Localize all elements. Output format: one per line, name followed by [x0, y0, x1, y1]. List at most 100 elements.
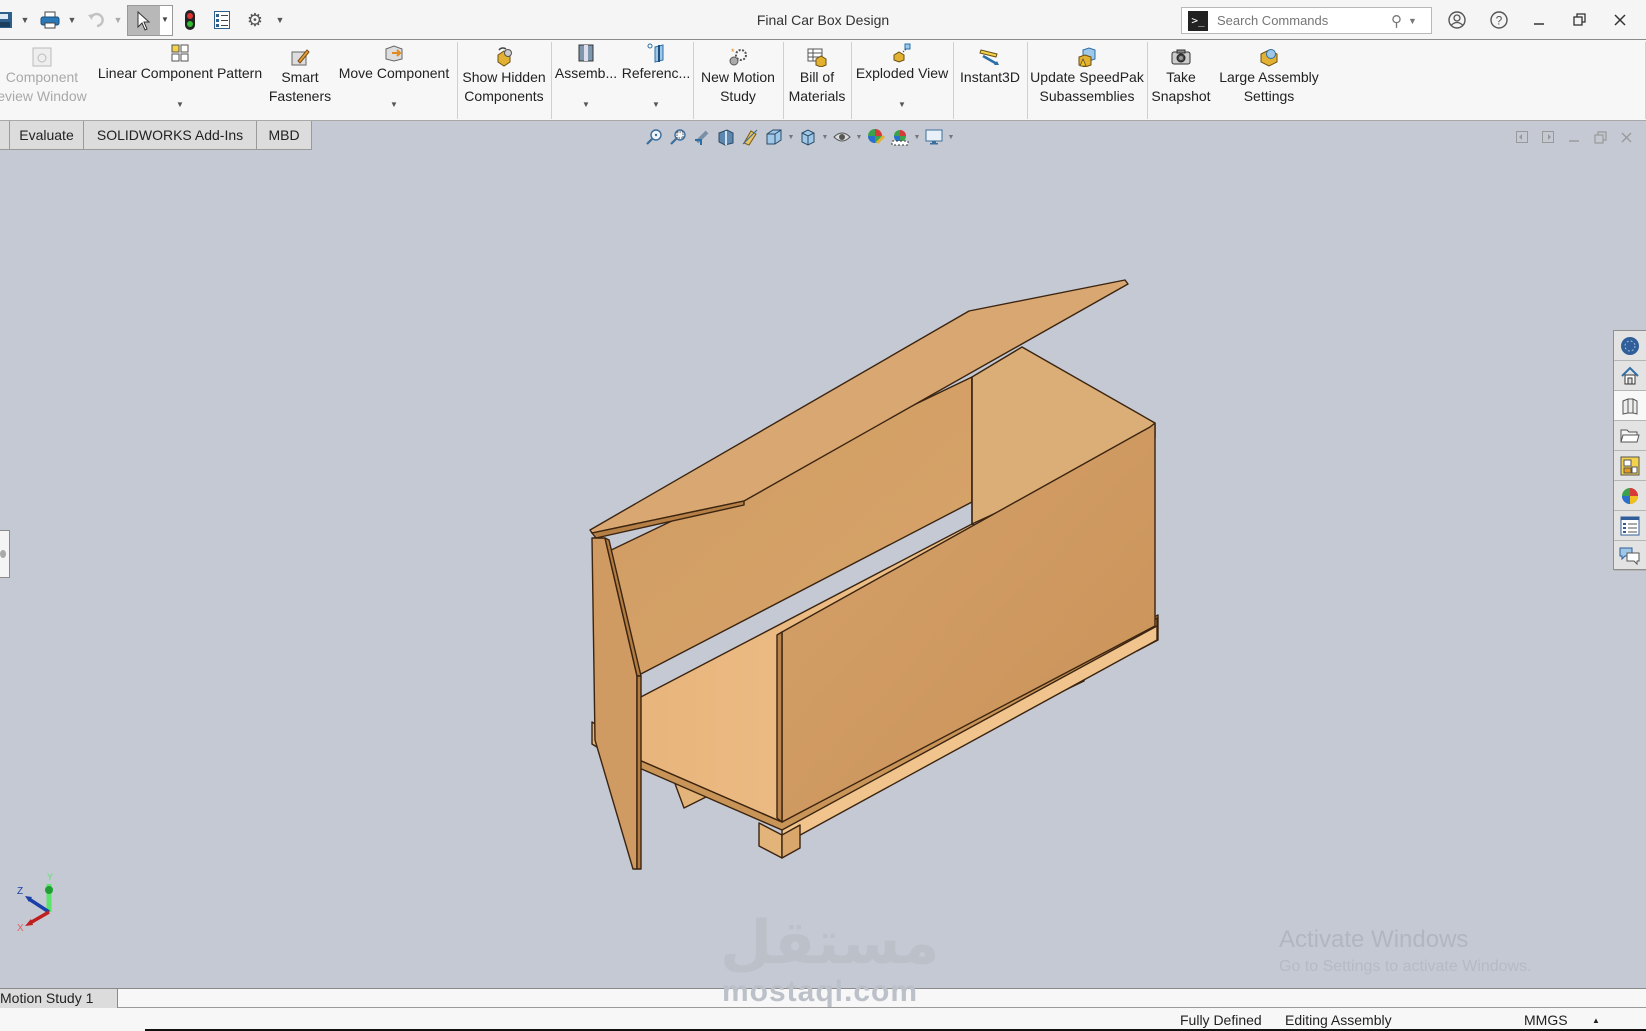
display-style-button[interactable] — [796, 127, 820, 147]
account-button[interactable] — [1442, 8, 1472, 32]
mostaql-watermark-english: mostaql.com — [722, 975, 919, 1008]
hide-show-dropdown[interactable]: ▼ — [854, 134, 864, 141]
view-orientation-dropdown[interactable]: ▼ — [786, 134, 796, 141]
title-bar: ▼ ▼ ▼ ▼ ⚙ ▼ Final Car Box Design >_ ⚲ ▼ … — [0, 0, 1646, 40]
feature-manager-collapse-handle[interactable] — [0, 530, 10, 578]
zoom-to-area-button[interactable] — [666, 127, 690, 147]
units-button[interactable]: MMGS — [1524, 1012, 1568, 1028]
restore-button[interactable] — [1565, 8, 1595, 32]
status-bar: Fully Defined Editing Assembly MMGS ▲ — [0, 1008, 1646, 1031]
large-assembly-settings-button[interactable]: Large Assembly Settings — [1214, 40, 1324, 121]
show-hidden-icon — [497, 47, 512, 67]
graphics-area[interactable]: Y Z X — [0, 150, 1646, 988]
linear-component-pattern-button[interactable]: Linear Component Pattern ▼ — [96, 40, 264, 121]
restore-icon — [1573, 13, 1586, 26]
task-pane-home[interactable] — [1614, 361, 1646, 391]
units-menu-arrow-icon[interactable]: ▲ — [1592, 1016, 1600, 1025]
tile-right-button[interactable] — [1537, 128, 1559, 146]
show-hidden-components-button[interactable]: Show Hidden Components — [458, 40, 550, 121]
ribbon-label: Linear Component Pattern — [97, 65, 263, 81]
new-motion-study-button[interactable]: * New Motion Study — [694, 40, 782, 121]
ribbon-label: Bill of — [799, 69, 835, 85]
help-button[interactable]: ? — [1484, 8, 1514, 32]
smart-fasteners-button[interactable]: Smart Fasteners — [264, 40, 336, 121]
ribbon-label: Subassemblies — [1039, 88, 1135, 104]
previous-view-button[interactable] — [690, 127, 714, 147]
search-commands-input[interactable] — [1217, 13, 1387, 28]
dynamic-annotation-button[interactable] — [738, 127, 762, 147]
tab-solidworks-add-ins[interactable]: SOLIDWORKS Add-Ins — [83, 121, 257, 150]
viewport-restore-button[interactable] — [1589, 128, 1611, 146]
chevron-down-icon[interactable]: ▼ — [176, 95, 184, 114]
triad-x-label: X — [17, 923, 24, 934]
car-box-model[interactable] — [0, 150, 1646, 988]
chevron-down-icon[interactable]: ▼ — [898, 95, 906, 114]
zoom-to-area-icon — [670, 129, 686, 145]
tile-left-icon — [1516, 131, 1528, 143]
section-view-button[interactable] — [714, 127, 738, 147]
ribbon-label: Settings — [1243, 88, 1295, 104]
reference-triad: Y Z X — [17, 872, 53, 934]
task-pane-file-explorer[interactable] — [1614, 421, 1646, 451]
chevron-down-icon[interactable]: ▼ — [652, 95, 660, 114]
viewport-close-button[interactable] — [1615, 128, 1637, 146]
bill-of-materials-button[interactable]: Bill of Materials — [784, 40, 850, 121]
viewport-minimize-button[interactable] — [1563, 128, 1585, 146]
chevron-down-icon[interactable]: ▼ — [390, 95, 398, 114]
tile-left-button[interactable] — [1511, 128, 1533, 146]
activate-windows-title: Activate Windows — [1279, 926, 1469, 953]
search-icon[interactable]: ⚲ — [1391, 12, 1402, 30]
take-snapshot-button[interactable]: Take Snapshot — [1148, 40, 1214, 121]
custom-properties-icon — [1620, 516, 1640, 535]
ribbon-label: Materials — [788, 88, 846, 104]
move-component-icon — [385, 45, 403, 62]
side-door-edge — [636, 675, 642, 870]
search-dropdown-icon[interactable]: ▼ — [1408, 16, 1417, 26]
exploded-view-button[interactable]: Exploded View ▼ — [852, 40, 952, 121]
tab-motion-study-1[interactable]: Motion Study 1 — [0, 989, 118, 1008]
view-settings-dropdown[interactable]: ▼ — [946, 134, 956, 141]
terminal-icon: >_ — [1188, 10, 1208, 31]
triad-y-label: Y — [47, 872, 53, 882]
task-pane-custom-properties[interactable] — [1614, 511, 1646, 541]
edit-appearance-button[interactable] — [864, 127, 888, 147]
view-settings-button[interactable] — [922, 127, 946, 147]
command-manager-ribbon: Component eview Window Linear Component … — [0, 40, 1646, 121]
ribbon-label: Move Component — [338, 65, 450, 81]
apply-scene-dropdown[interactable]: ▼ — [912, 134, 922, 141]
instant3d-button[interactable]: Instant3D — [954, 40, 1026, 121]
eye-icon — [833, 132, 851, 142]
ribbon-label: Large Assembly — [1219, 69, 1319, 85]
close-button[interactable] — [1605, 8, 1635, 32]
component-preview-window-button[interactable]: Component eview Window — [0, 40, 92, 121]
task-pane-solidworks-resources[interactable] — [1614, 331, 1646, 361]
reference-geometry-button[interactable]: Referenc... ▼ — [620, 40, 692, 121]
previous-view-icon — [695, 130, 709, 145]
ribbon-label: Exploded View — [855, 65, 949, 81]
ribbon-label: Component — [5, 69, 79, 85]
display-style-dropdown[interactable]: ▼ — [820, 134, 830, 141]
minimize-button[interactable] — [1524, 8, 1554, 32]
tab-mbd[interactable]: MBD — [256, 121, 312, 150]
assembly-features-button[interactable]: Assemb... ▼ — [552, 40, 620, 121]
update-speedpak-button[interactable]: Update SpeedPak Subassemblies — [1028, 40, 1146, 121]
motion-study-icon: * — [729, 47, 747, 66]
search-commands-box[interactable]: >_ ⚲ ▼ — [1181, 7, 1432, 34]
view-orientation-button[interactable] — [762, 127, 786, 147]
apply-scene-button[interactable] — [888, 127, 912, 147]
tab-evaluate[interactable]: Evaluate — [9, 121, 84, 150]
move-component-button[interactable]: Move Component ▼ — [336, 40, 452, 121]
triad-z-label: Z — [17, 886, 23, 897]
ribbon-label: New Motion — [701, 69, 775, 85]
mostaql-watermark-arabic: مستقل — [720, 908, 940, 978]
zoom-to-fit-button[interactable] — [642, 127, 666, 147]
chevron-down-icon[interactable]: ▼ — [582, 95, 590, 114]
task-pane-view-palette[interactable] — [1614, 451, 1646, 481]
ribbon-label: Take — [1166, 69, 1196, 85]
view-orientation-icon — [766, 129, 782, 145]
task-pane-forum[interactable] — [1614, 541, 1646, 571]
task-pane-design-library[interactable] — [1614, 391, 1646, 421]
hide-show-items-button[interactable] — [830, 127, 854, 147]
reference-geometry-icon — [647, 43, 664, 63]
task-pane-appearances[interactable] — [1614, 481, 1646, 511]
